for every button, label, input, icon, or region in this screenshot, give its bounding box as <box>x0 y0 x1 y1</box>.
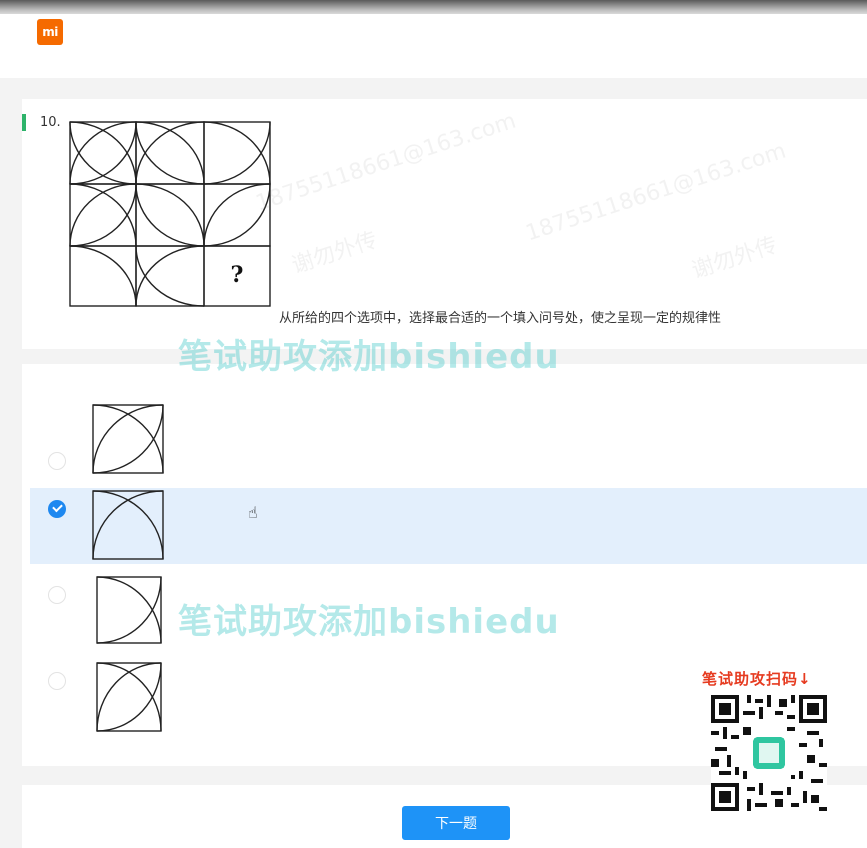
overlay-watermark-1: 笔试助攻添加bishiedu <box>178 337 560 377</box>
overlay-watermark-2: 笔试助攻添加bishiedu <box>178 602 560 642</box>
next-question-button[interactable]: 下一题 <box>402 806 510 840</box>
option-d-radio[interactable] <box>48 672 66 690</box>
grid-cell-3-2 <box>135 245 205 307</box>
grid-cell-1-3 <box>203 121 271 185</box>
option-d-figure[interactable] <box>96 662 162 732</box>
qr-label: 笔试助攻扫码↓ <box>702 670 812 688</box>
option-b-figure[interactable] <box>92 490 164 560</box>
unknown-cell-marker: ? <box>231 262 244 288</box>
question-figure-grid: ? <box>69 121 271 307</box>
hand-cursor-icon: ☝ <box>248 503 258 522</box>
grid-cell-2-1 <box>69 183 137 247</box>
question-prompt: 从所给的四个选项中，选择最合适的一个填入问号处，使之呈现一定的规律性 <box>279 311 722 326</box>
mi-logo: mi <box>37 19 63 45</box>
option-a-figure[interactable] <box>92 404 164 474</box>
qr-code-icon <box>711 695 827 811</box>
grid-cell-1-1 <box>69 121 137 185</box>
option-b[interactable]: ☝ <box>30 488 867 564</box>
option-a-radio[interactable] <box>48 452 66 470</box>
grid-cell-1-2 <box>135 121 205 185</box>
grid-cell-3-1 <box>69 245 137 307</box>
page-header: mi <box>0 14 867 78</box>
option-c-figure[interactable] <box>96 576 162 644</box>
question-number: 10. <box>40 115 61 130</box>
question-accent-bar <box>22 114 26 131</box>
option-b-radio-checked-icon[interactable] <box>48 500 66 518</box>
option-c-radio[interactable] <box>48 586 66 604</box>
grid-cell-2-2 <box>135 183 205 247</box>
option-a[interactable] <box>22 402 867 478</box>
